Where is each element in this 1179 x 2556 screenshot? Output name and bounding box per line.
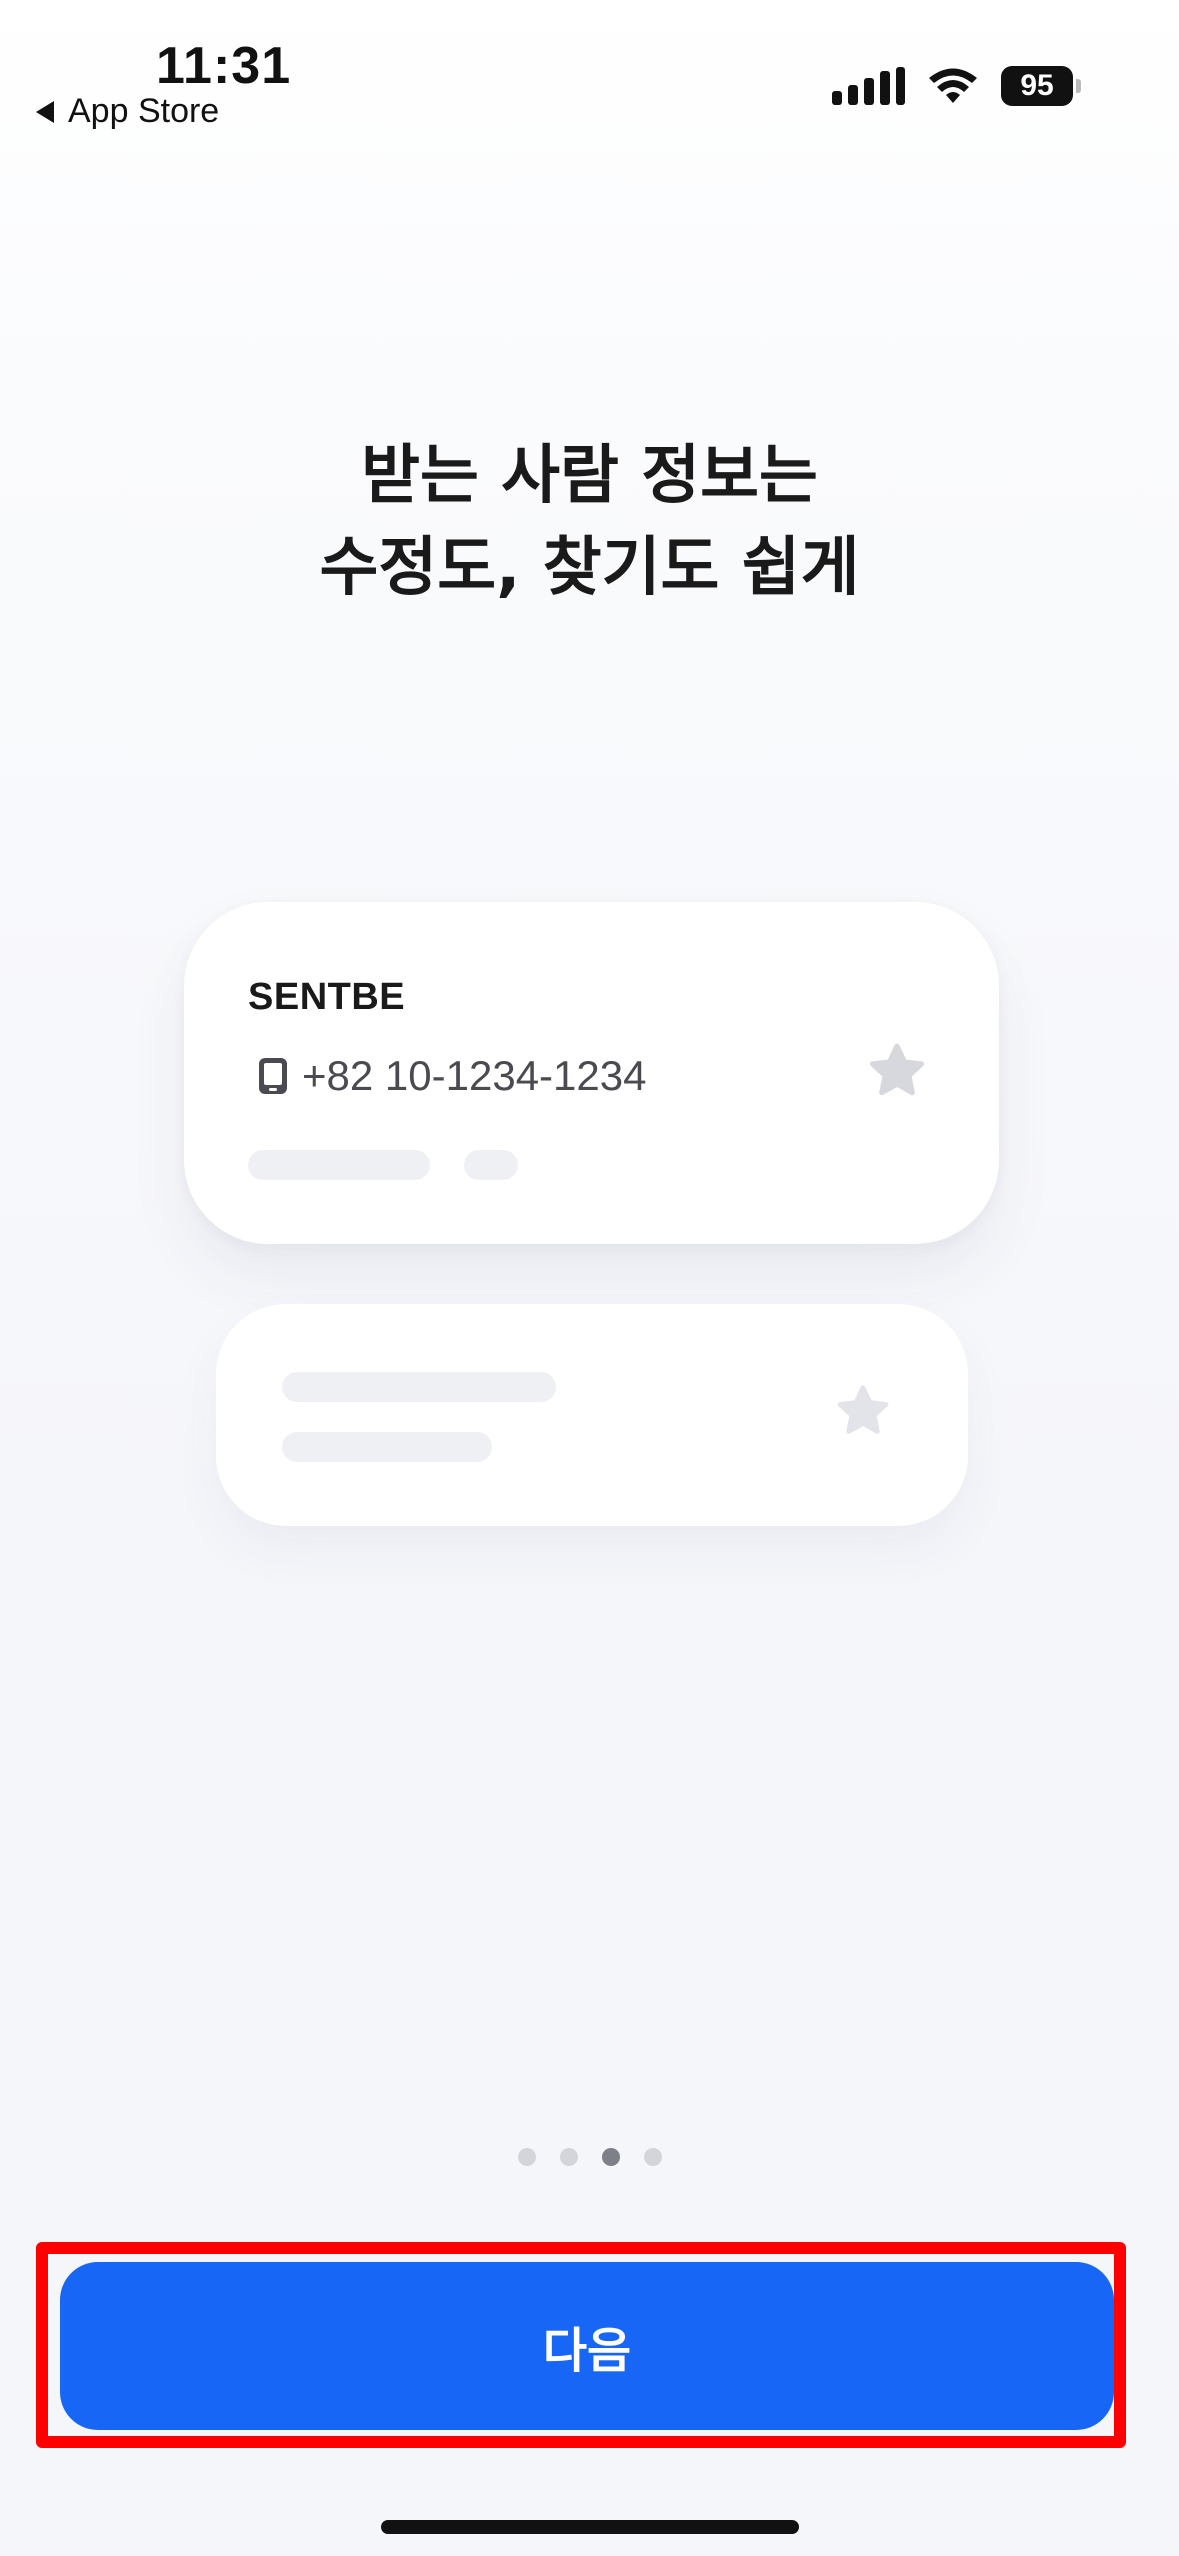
- wifi-icon: [929, 68, 977, 103]
- favorite-star-icon: [869, 1043, 925, 1096]
- home-indicator: [381, 2520, 799, 2534]
- recipient-phone: +82 10-1234-1234: [302, 1052, 647, 1099]
- next-button[interactable]: 다음: [60, 2262, 1114, 2430]
- page-dot: [643, 2148, 662, 2166]
- headline-line-2: 수정도, 찾기도 쉽게: [319, 531, 860, 605]
- battery-icon: 95: [1001, 66, 1081, 106]
- battery-level: 95: [1001, 66, 1073, 106]
- page-indicator: [0, 2148, 1179, 2166]
- headline-line-1: 받는 사람 정보는: [361, 439, 818, 513]
- onboarding-headline: 받는 사람 정보는 수정도, 찾기도 쉽게: [0, 430, 1179, 614]
- status-time: 11:31: [156, 37, 292, 95]
- placeholder-line: [248, 1150, 430, 1180]
- back-app-label: App Store: [68, 92, 220, 130]
- placeholder-line: [464, 1150, 518, 1180]
- back-arrow-icon: [36, 100, 54, 123]
- placeholder-line: [282, 1432, 492, 1462]
- cellular-signal-icon: [832, 67, 905, 105]
- page-dot: [517, 2148, 536, 2166]
- mobile-phone-icon: [259, 1058, 287, 1094]
- page-dot: [559, 2148, 578, 2166]
- recipient-name: SENTBE: [248, 976, 406, 1018]
- favorite-star-icon: [837, 1385, 889, 1434]
- recipient-card-illustration-secondary: [216, 1304, 968, 1526]
- recipient-card-illustration: SENTBE +82 10-1234-1234: [184, 902, 999, 1244]
- status-indicators: 95: [832, 66, 1081, 106]
- back-to-app-store-link[interactable]: App Store: [36, 92, 219, 131]
- page-dot-active: [601, 2148, 620, 2166]
- placeholder-line: [282, 1372, 556, 1402]
- recipient-phone-row: +82 10-1234-1234: [256, 1052, 646, 1100]
